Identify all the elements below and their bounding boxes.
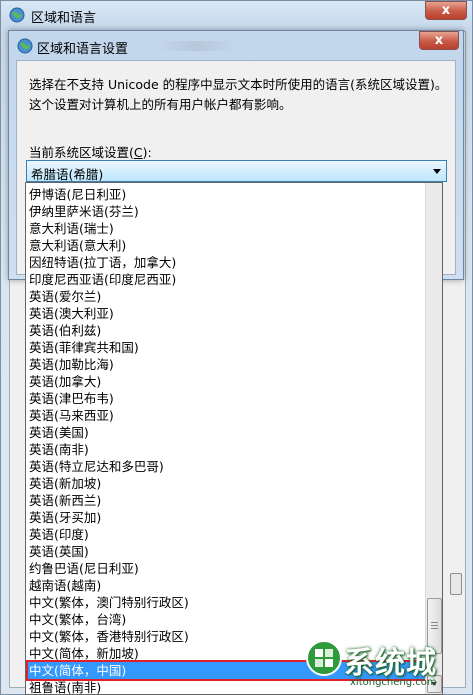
description-text: 选择在不支持 Unicode 的程序中显示文本时所使用的语言(系统区域设置)。这…	[29, 77, 448, 112]
system-locale-combobox[interactable]: 希腊语(希腊)	[26, 160, 447, 182]
dropdown-item[interactable]: 英语(加勒比海)	[28, 356, 425, 373]
dropdown-item[interactable]: 意大利语(瑞士)	[28, 220, 425, 237]
current-locale-label: 当前系统区域设置(C):	[29, 142, 152, 161]
scroll-down-button[interactable]	[427, 675, 442, 693]
chevron-down-icon[interactable]	[433, 169, 441, 174]
dropdown-item[interactable]: 英语(特立尼达和多巴哥)	[28, 458, 425, 475]
outer-window-title: 区域和语言	[31, 11, 97, 26]
dropdown-item[interactable]: 因纽特语(拉丁语，加拿大)	[28, 254, 425, 271]
dropdown-item[interactable]: 英语(菲律宾共和国)	[28, 339, 425, 356]
dialog-close-button[interactable]: x	[419, 31, 459, 50]
dropdown-item[interactable]: 意大利语(意大利)	[28, 237, 425, 254]
grip-line	[431, 628, 438, 629]
locale-label-key: C	[133, 145, 143, 160]
dropdown-item[interactable]: 英语(津巴布韦)	[28, 390, 425, 407]
dropdown-item[interactable]: 英语(澳大利亚)	[28, 305, 425, 322]
dropdown-item[interactable]: 伊博语(尼日利亚)	[28, 186, 425, 203]
dropdown-item[interactable]: 祖鲁语(南非)	[28, 679, 425, 694]
dropdown-item[interactable]: 伊纳里萨米语(芬兰)	[28, 203, 425, 220]
scrollbar-thumb[interactable]	[427, 598, 442, 654]
dropdown-item[interactable]: 英语(新加坡)	[28, 475, 425, 492]
dropdown-item[interactable]: 约鲁巴语(尼日利亚)	[28, 560, 425, 577]
dropdown-item[interactable]: 中文(繁体，台湾)	[28, 611, 425, 628]
dropdown-item[interactable]: 中文(繁体，澳门特别行政区)	[28, 594, 425, 611]
globe-icon	[17, 38, 33, 54]
locale-dropdown-list[interactable]: 伊博语(尼日利亚) 伊纳里萨米语(芬兰) 意大利语(瑞士) 意大利语(意大利) 因纽特语…	[25, 182, 443, 695]
dropdown-item[interactable]: 英语(马来西亚)	[28, 407, 425, 424]
dropdown-item[interactable]: 英语(南非)	[28, 441, 425, 458]
background-button-lower	[450, 573, 462, 595]
dropdown-item[interactable]: 越南语(越南)	[28, 577, 425, 594]
dropdown-item[interactable]: 印度尼西亚语(印度尼西亚)	[28, 271, 425, 288]
combo-selected-value: 希腊语(希腊)	[31, 167, 104, 182]
dropdown-item[interactable]: 中文(简体，中国)	[28, 662, 425, 679]
globe-icon	[9, 7, 25, 23]
outer-titlebar[interactable]: 区域和语言 x	[1, 1, 472, 29]
dropdown-item[interactable]: 英语(美国)	[28, 424, 425, 441]
dropdown-item[interactable]: 英语(印度)	[28, 526, 425, 543]
dropdown-item[interactable]: 英语(英国)	[28, 543, 425, 560]
dropdown-scrollbar[interactable]	[425, 183, 442, 694]
dropdown-item[interactable]: 英语(新西兰)	[28, 492, 425, 509]
locale-label-prefix: 当前系统区域设置(	[29, 145, 134, 160]
grip-line	[431, 625, 438, 626]
dialog-title: 区域和语言设置	[37, 42, 129, 57]
dropdown-item[interactable]: 中文(简体，新加坡)	[28, 645, 425, 662]
dropdown-item[interactable]: 英语(爱尔兰)	[28, 288, 425, 305]
locale-label-suffix: ):	[142, 145, 152, 160]
dropdown-item[interactable]: 英语(伯利兹)	[28, 322, 425, 339]
grip-line	[431, 622, 438, 623]
dropdown-item[interactable]: 英语(加拿大)	[28, 373, 425, 390]
dropdown-item[interactable]: 中文(繁体，香港特别行政区)	[28, 628, 425, 645]
dropdown-item[interactable]: 英语(牙买加)	[28, 509, 425, 526]
title-blur	[157, 41, 237, 51]
outer-close-button[interactable]: x	[425, 1, 467, 20]
